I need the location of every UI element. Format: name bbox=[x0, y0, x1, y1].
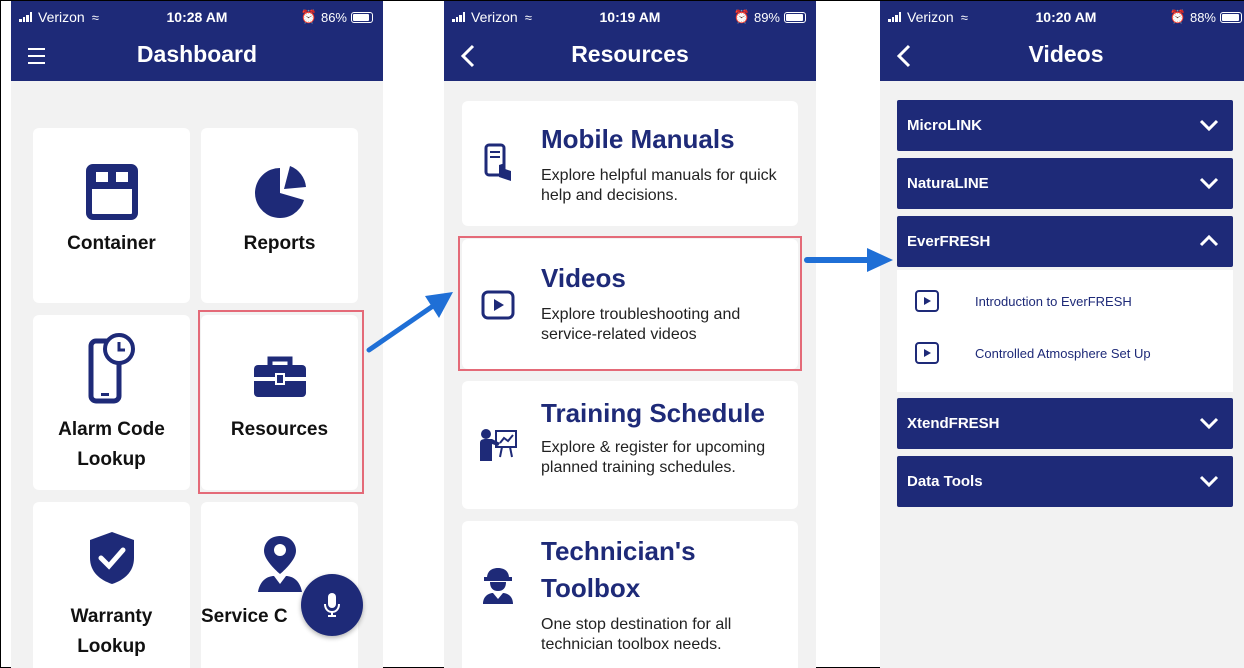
alarm-icon: ⏰ bbox=[733, 9, 750, 24]
status-bar: Verizon ≈ 10:28 AM ⏰ 86% bbox=[11, 1, 383, 31]
tile-label: Reports bbox=[243, 233, 316, 254]
card-technicians-toolbox[interactable]: Technician's Toolbox One stop destinatio… bbox=[462, 521, 798, 668]
tile-warranty-lookup[interactable]: Warranty Lookup bbox=[33, 502, 190, 668]
status-bar: Verizon ≈ 10:19 AM ⏰ 89% bbox=[444, 1, 816, 31]
videos-screen: Verizon ≈ 10:20 AM ⏰ 88% Videos MicroLIN… bbox=[880, 1, 1244, 668]
accordion-everfresh-content: Introduction to EverFRESH Controlled Atm… bbox=[897, 270, 1233, 392]
app-header: Resources bbox=[444, 31, 816, 81]
tile-alarm-code-lookup[interactable]: Alarm Code Lookup bbox=[33, 315, 190, 490]
accordion-xtendfresh[interactable]: XtendFRESH bbox=[897, 398, 1233, 449]
battery-icon bbox=[784, 11, 806, 23]
highlight-box bbox=[198, 310, 364, 494]
card-title-line1: Technician's bbox=[541, 536, 696, 566]
page-title: Videos bbox=[1028, 41, 1104, 67]
chevron-down-icon bbox=[1199, 475, 1219, 488]
video-title: Controlled Atmosphere Set Up bbox=[975, 345, 1151, 361]
accordion-label: Data Tools bbox=[907, 473, 983, 490]
play-icon bbox=[915, 290, 939, 312]
chevron-up-icon bbox=[1199, 234, 1219, 247]
app-header: Dashboard bbox=[11, 31, 383, 81]
chevron-down-icon bbox=[1199, 119, 1219, 132]
flow-arrow-icon bbox=[366, 292, 453, 353]
video-title: Introduction to EverFRESH bbox=[975, 293, 1132, 309]
accordion-label: EverFRESH bbox=[907, 233, 991, 250]
page-title: Resources bbox=[571, 41, 689, 67]
card-title: Mobile Manuals bbox=[541, 124, 735, 154]
tile-label-line2: Lookup bbox=[77, 449, 146, 470]
accordion-data-tools[interactable]: Data Tools bbox=[897, 456, 1233, 507]
container-icon bbox=[33, 164, 190, 220]
card-mobile-manuals[interactable]: Mobile Manuals Explore helpful manuals f… bbox=[462, 101, 798, 226]
play-icon bbox=[915, 342, 939, 364]
accordion-microlink[interactable]: MicroLINK bbox=[897, 100, 1233, 151]
battery-icon bbox=[351, 11, 373, 23]
video-item[interactable]: Introduction to EverFRESH bbox=[915, 289, 1132, 313]
page-title: Dashboard bbox=[136, 41, 258, 67]
technician-icon bbox=[478, 565, 518, 605]
microphone-icon bbox=[324, 593, 340, 617]
card-description: One stop destination for all technician … bbox=[541, 616, 732, 653]
tile-label-line1: Warranty bbox=[70, 606, 153, 627]
phone-tap-icon bbox=[478, 143, 518, 183]
tile-label-line2: Lookup bbox=[77, 636, 146, 657]
accordion-label: XtendFRESH bbox=[907, 415, 1000, 432]
card-training-schedule[interactable]: Training Schedule Explore & register for… bbox=[462, 381, 798, 509]
composite-screenshot: Verizon ≈ 10:28 AM ⏰ 86% Dashboard Conta… bbox=[0, 0, 1244, 668]
presenter-icon bbox=[478, 425, 518, 465]
resources-screen: Verizon ≈ 10:19 AM ⏰ 89% Resources Mobil… bbox=[444, 1, 816, 668]
shield-check-icon bbox=[33, 530, 190, 586]
status-bar: Verizon ≈ 10:20 AM ⏰ 88% bbox=[880, 1, 1244, 31]
card-title-line2: Toolbox bbox=[541, 573, 641, 603]
battery-percent: 89% bbox=[753, 9, 780, 25]
chevron-down-icon bbox=[1199, 177, 1219, 190]
battery-percent: 88% bbox=[1189, 9, 1216, 25]
pie-chart-icon bbox=[201, 164, 358, 222]
app-header: Videos bbox=[880, 31, 1244, 81]
card-title: Training Schedule bbox=[541, 398, 765, 428]
tile-container[interactable]: Container bbox=[33, 128, 190, 303]
microphone-button[interactable] bbox=[301, 574, 363, 636]
battery: ⏰ 86% bbox=[301, 9, 373, 25]
tile-label-line1: Alarm Code bbox=[58, 419, 165, 440]
battery-icon bbox=[1220, 11, 1242, 23]
alarm-icon: ⏰ bbox=[1169, 9, 1186, 24]
flow-arrow-icon bbox=[804, 248, 893, 272]
battery: ⏰ 88% bbox=[1170, 9, 1242, 25]
dashboard-screen: Verizon ≈ 10:28 AM ⏰ 86% Dashboard Conta… bbox=[11, 1, 383, 668]
accordion-naturaline[interactable]: NaturaLINE bbox=[897, 158, 1233, 209]
battery-percent: 86% bbox=[320, 9, 347, 25]
alarm-icon: ⏰ bbox=[300, 9, 317, 24]
card-description: Explore & register for upcoming planned … bbox=[541, 439, 766, 476]
alarm-phone-icon bbox=[33, 333, 190, 405]
card-description: Explore helpful manuals for quick help a… bbox=[541, 167, 777, 204]
video-item[interactable]: Controlled Atmosphere Set Up bbox=[915, 341, 1151, 365]
accordion-everfresh[interactable]: EverFRESH bbox=[897, 216, 1233, 267]
battery: ⏰ 89% bbox=[734, 9, 806, 25]
tile-reports[interactable]: Reports bbox=[201, 128, 358, 303]
accordion-label: NaturaLINE bbox=[907, 175, 989, 192]
chevron-down-icon bbox=[1199, 417, 1219, 430]
accordion-label: MicroLINK bbox=[907, 117, 982, 134]
tile-label: Container bbox=[67, 233, 156, 254]
highlight-box bbox=[458, 236, 802, 371]
